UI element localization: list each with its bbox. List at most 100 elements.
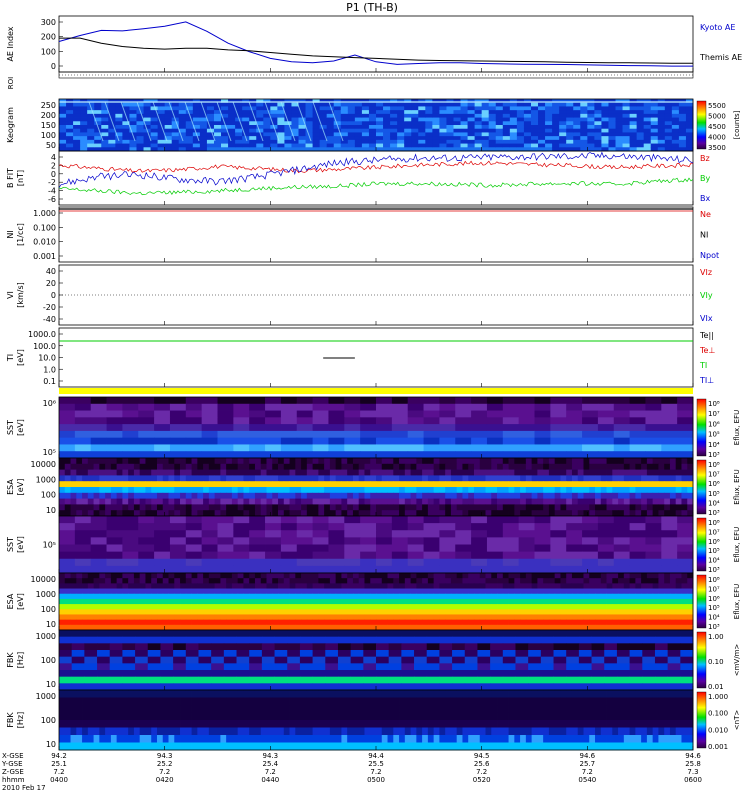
keogram-cell [361,117,370,122]
spectrogram-cell [613,403,630,411]
spectrogram-cell [515,676,529,684]
keogram-cell [164,117,173,122]
spectrogram-cell [661,397,678,405]
spectrogram-cell [623,492,630,499]
spectrogram-cell [265,397,282,405]
spectrogram-cell [220,583,227,589]
spectrogram-cell [139,487,146,494]
spectrogram-cell [90,537,107,545]
spectrogram-cell [133,609,141,615]
spectrogram-cell [70,598,77,605]
spectrogram-cell [427,498,435,505]
keogram-cell [425,139,433,144]
spectrogram-cell [59,636,73,644]
spectrogram-cell [74,537,92,545]
spectrogram-cell [515,670,529,678]
spectrogram-cell [439,614,446,621]
spectrogram-cell [445,619,452,626]
spectrogram-cell [450,475,458,482]
spectrogram-cell [381,593,388,600]
keogram-cell [73,110,81,115]
spectrogram-cell [571,504,579,511]
spectrogram-cell [87,624,94,631]
spectrogram-cell [265,558,282,567]
keogram-cell [629,106,638,111]
keogram-cell [446,110,454,115]
spectrogram-cell [226,481,233,488]
spectrogram-cell [681,475,688,482]
spectrogram-cell [87,588,94,595]
spectrogram-cell [266,573,273,579]
spectrogram-cell [677,516,694,524]
spectrogram-cell [456,598,463,605]
spectrogram-cell [407,430,424,439]
panel-yunit-text: [eV] [16,593,25,610]
spectrogram-cell [393,481,400,488]
spectrogram-cell [99,573,106,579]
spectrogram-cell [261,636,275,644]
spectrogram-cell [265,437,282,445]
spectrogram-cell [528,683,542,691]
spectrogram-cell [606,588,613,595]
spectrogram-cell [407,558,424,567]
spectrogram-cell [197,481,204,488]
spectrogram-cell [133,492,141,499]
keogram-cell [566,139,574,144]
spectrogram-cell [335,498,342,505]
spectrogram-cell [358,481,365,488]
keogram-cell [340,113,349,118]
spectrogram-cell [669,481,677,488]
spectrogram-cell [491,609,498,615]
spectrogram-cell [180,609,187,615]
keogram-cell [213,121,222,126]
spectrogram-cell [64,593,71,600]
spectrogram-cell [249,397,266,405]
spectrogram-cell [105,498,112,505]
spectrogram-cell [654,636,669,644]
spectrogram-cell [295,609,302,615]
spectrogram-cell [681,583,688,589]
keogram-cell [530,136,539,141]
spectrogram-cell [455,544,472,553]
spectrogram-cell [537,573,544,579]
spectrogram-cell [583,609,590,615]
spectrogram-cell [208,593,216,600]
keogram-cell [411,113,419,118]
spectrogram-cell [491,573,498,579]
keogram-cell [608,113,616,118]
spectrogram-cell [301,498,308,505]
keogram-cell [559,102,567,107]
spectrogram-cell [514,593,521,600]
keogram-cell [136,125,144,130]
spectrogram-cell [289,604,296,610]
keogram-cell [432,106,440,111]
spectrogram-cell [274,650,288,658]
keogram-cell [608,136,616,141]
spectrogram-cell [64,469,71,476]
spectrogram-cell [404,458,411,465]
spectrogram-cell [87,573,94,579]
keogram-cell [657,136,666,141]
spectrogram-cell [616,663,630,671]
keogram-cell [594,132,602,137]
keogram-cell [101,132,109,137]
spectrogram-cell [180,598,187,605]
spectrogram-cell [502,619,509,626]
spectrogram-cell [582,430,599,439]
spectrogram-cell [260,469,267,476]
spectrogram-cell [174,487,181,494]
keogram-cell [94,102,102,107]
spectrogram-cell [328,424,345,432]
keogram-cell [495,106,504,111]
spectrogram-cell [138,424,155,432]
spectrogram-cell [122,583,129,589]
spectrogram-cell [59,417,76,425]
spectrogram-cell [606,609,613,615]
spectrogram-cell [531,583,538,589]
spectrogram-cell [261,656,275,664]
spectrogram-cell [122,624,129,631]
keogram-cell [629,128,638,133]
spectrogram-cell [306,593,313,600]
keogram-cell [566,132,574,137]
spectrogram-cell [70,614,77,621]
